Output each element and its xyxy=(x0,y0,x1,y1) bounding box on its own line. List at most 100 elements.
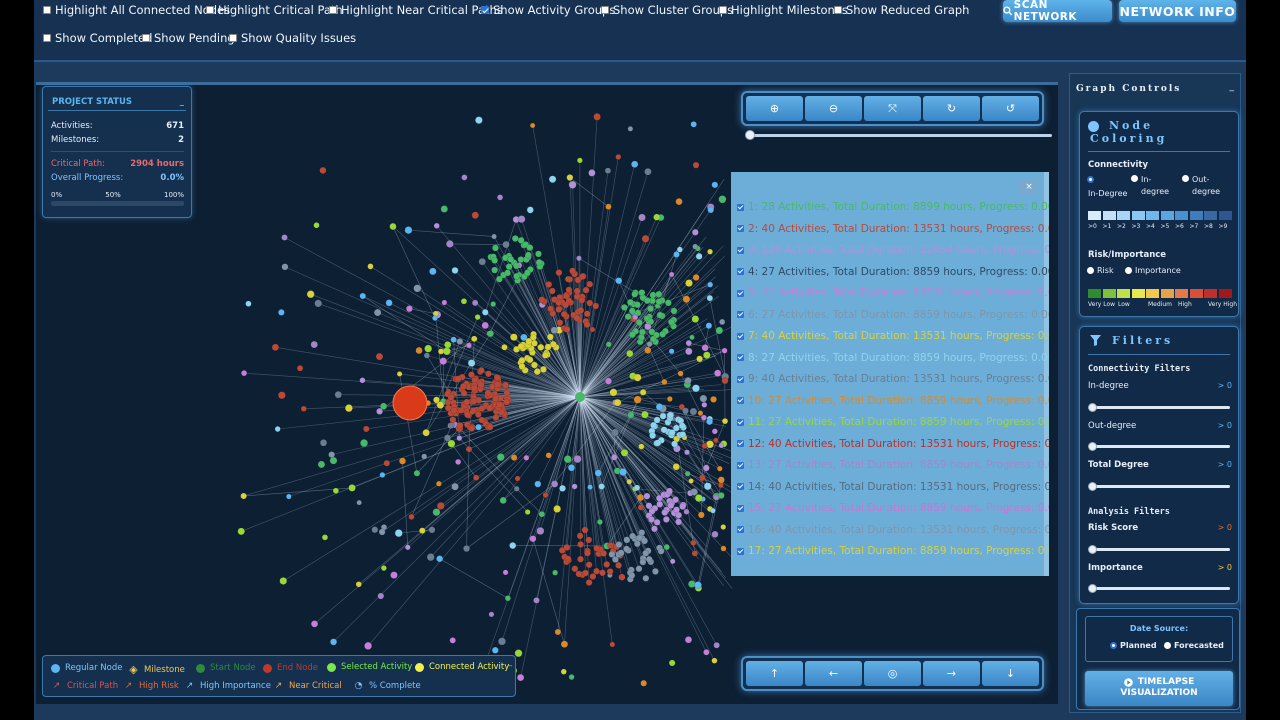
graph-node[interactable] xyxy=(684,449,690,456)
checkbox[interactable] xyxy=(142,34,150,42)
graph-node[interactable] xyxy=(241,370,248,377)
graph-node[interactable] xyxy=(579,273,586,280)
graph-node[interactable] xyxy=(667,318,675,326)
graph-node[interactable] xyxy=(281,234,288,241)
graph-node[interactable] xyxy=(641,234,650,243)
group-checkbox[interactable] xyxy=(737,311,744,318)
graph-node[interactable] xyxy=(548,287,556,295)
graph-node[interactable] xyxy=(672,424,680,432)
graph-node[interactable] xyxy=(510,333,518,341)
graph-node[interactable] xyxy=(603,561,611,568)
graph-node[interactable] xyxy=(611,428,619,437)
graph-node[interactable] xyxy=(668,271,675,278)
graph-node[interactable] xyxy=(642,574,650,582)
graph-node[interactable] xyxy=(501,344,508,351)
graph-node[interactable] xyxy=(296,365,304,372)
graph-node[interactable] xyxy=(633,373,642,382)
option-show-activity-groups[interactable]: Show Activity Groups xyxy=(481,3,615,17)
fit-view-button[interactable]: ⤧ xyxy=(864,96,921,121)
graph-node[interactable] xyxy=(679,503,686,510)
group-checkbox[interactable] xyxy=(737,483,744,490)
graph-node[interactable] xyxy=(647,305,654,313)
graph-node[interactable] xyxy=(444,404,452,412)
graph-node[interactable] xyxy=(588,169,596,177)
graph-node[interactable] xyxy=(649,432,657,439)
activity-group-item[interactable]: 3: 120 Activities, Total Duration: 22954… xyxy=(737,244,1049,256)
graph-node[interactable] xyxy=(589,326,596,333)
graph-node[interactable] xyxy=(375,352,384,361)
graph-node[interactable] xyxy=(718,442,725,449)
graph-node[interactable] xyxy=(447,393,455,401)
graph-node[interactable] xyxy=(577,555,584,563)
graph-node[interactable] xyxy=(371,526,379,534)
graph-node[interactable] xyxy=(498,637,506,646)
graph-node[interactable] xyxy=(620,304,628,311)
graph-node[interactable] xyxy=(492,244,499,252)
graph-node[interactable] xyxy=(599,569,606,577)
option-show-completed[interactable]: Show Completed xyxy=(43,31,152,45)
graph-node[interactable] xyxy=(688,478,694,484)
radio-selected[interactable] xyxy=(1087,176,1094,183)
graph-node[interactable] xyxy=(554,628,562,636)
graph-node[interactable] xyxy=(494,381,502,388)
graph-node[interactable] xyxy=(537,343,545,351)
graph-node[interactable] xyxy=(576,532,584,540)
graph-node[interactable] xyxy=(364,641,373,650)
graph-node[interactable] xyxy=(511,235,519,242)
option-highlight-near-critical[interactable]: Highlight Near Critical Paths xyxy=(329,3,503,17)
group-checkbox[interactable] xyxy=(737,354,744,361)
checkbox[interactable] xyxy=(834,6,842,14)
graph-node[interactable] xyxy=(685,347,693,356)
graph-node[interactable] xyxy=(317,460,326,469)
graph-node[interactable] xyxy=(720,545,727,552)
graph-node[interactable] xyxy=(545,452,552,459)
network-info-button[interactable]: NETWORK INFO xyxy=(1119,0,1236,22)
graph-node[interactable] xyxy=(373,308,382,317)
graph-node[interactable] xyxy=(707,248,713,255)
graph-node[interactable] xyxy=(457,406,465,414)
graph-node[interactable] xyxy=(710,507,716,514)
graph-node[interactable] xyxy=(647,318,655,326)
graph-node[interactable] xyxy=(408,513,415,520)
graph-node[interactable] xyxy=(328,451,335,458)
graph-node[interactable] xyxy=(617,549,625,557)
pan-down-button[interactable]: ↓ xyxy=(982,661,1039,686)
graph-node[interactable] xyxy=(491,256,499,264)
graph-node[interactable] xyxy=(577,157,583,164)
group-checkbox[interactable] xyxy=(737,397,744,404)
graph-node[interactable] xyxy=(566,276,574,283)
activity-group-item[interactable]: 4: 27 Activities, Total Duration: 8859 h… xyxy=(737,266,1049,278)
graph-node[interactable] xyxy=(649,291,657,299)
graph-node[interactable] xyxy=(571,565,579,573)
graph-node[interactable] xyxy=(436,480,442,487)
graph-node[interactable] xyxy=(281,263,289,271)
graph-node[interactable] xyxy=(691,228,699,236)
graph-node[interactable] xyxy=(470,384,478,392)
graph-node[interactable] xyxy=(440,205,449,213)
graph-node[interactable] xyxy=(711,181,719,189)
graph-node[interactable] xyxy=(626,349,634,358)
graph-node[interactable] xyxy=(697,511,705,519)
graph-node[interactable] xyxy=(348,484,356,492)
activity-group-item[interactable]: 9: 40 Activities, Total Duration: 13531 … xyxy=(737,373,1049,385)
graph-node[interactable] xyxy=(661,509,669,516)
graph-node[interactable] xyxy=(633,395,642,404)
graph-node[interactable] xyxy=(627,126,634,132)
graph-node[interactable] xyxy=(486,423,494,431)
activity-group-item[interactable]: 6: 27 Activities, Total Duration: 8859 h… xyxy=(737,309,1049,321)
graph-node[interactable] xyxy=(701,442,708,449)
graph-node[interactable] xyxy=(456,435,463,441)
graph-node[interactable] xyxy=(450,336,457,343)
importance-slider-handle[interactable] xyxy=(1088,584,1097,593)
graph-node[interactable] xyxy=(544,343,552,351)
graph-node[interactable] xyxy=(638,443,645,450)
pan-up-button[interactable]: ↑ xyxy=(746,661,803,686)
legend-collapse-button[interactable]: – xyxy=(508,661,513,671)
graph-node[interactable] xyxy=(582,286,590,294)
graph-node[interactable] xyxy=(714,369,722,377)
graph-node[interactable] xyxy=(450,406,458,414)
graph-node[interactable] xyxy=(286,493,292,500)
graph-node[interactable] xyxy=(563,543,571,551)
radio-selected[interactable] xyxy=(1110,642,1117,649)
graph-node[interactable] xyxy=(711,428,718,435)
